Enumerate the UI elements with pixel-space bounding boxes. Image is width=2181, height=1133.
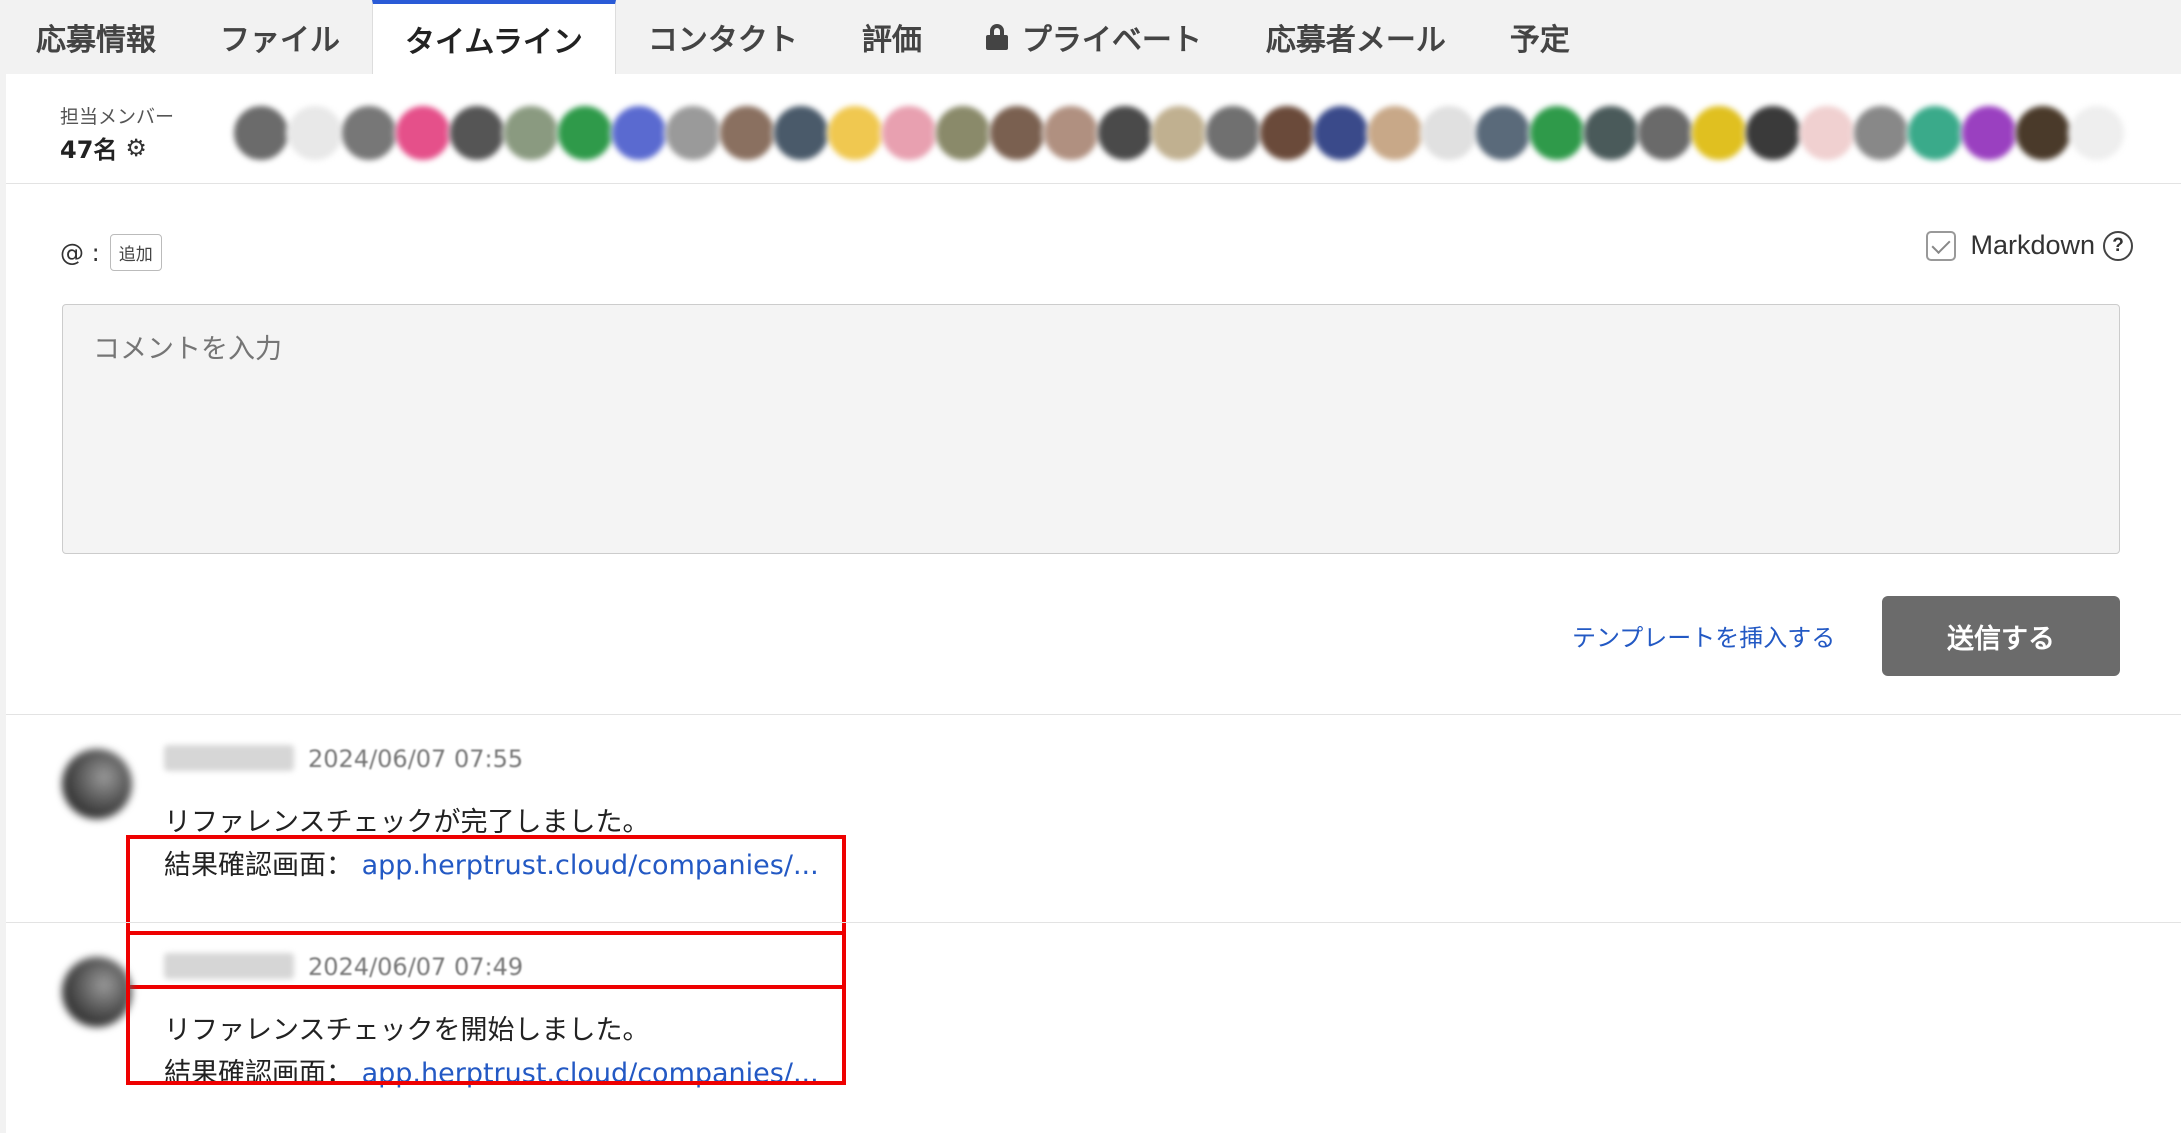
member-avatar[interactable]	[502, 104, 560, 162]
member-avatar[interactable]	[1258, 104, 1316, 162]
highlight-box	[126, 931, 846, 1085]
member-avatar[interactable]	[1420, 104, 1478, 162]
timeline-entry: 2024/06/07 07:55 リファレンスチェックが完了しました。 結果確認…	[6, 714, 2181, 989]
markdown-checkbox[interactable]	[1926, 230, 1957, 261]
tab-label: 予定	[1509, 23, 1570, 58]
member-avatar[interactable]	[448, 104, 506, 162]
tab-label: コンタクト	[647, 23, 798, 58]
gear-icon[interactable]: ⚙	[125, 134, 147, 162]
markdown-label: Markdown	[1970, 230, 2095, 260]
insert-template-link[interactable]: テンプレートを挿入する	[1572, 618, 1835, 653]
member-avatar[interactable]	[340, 104, 398, 162]
assigned-members: 担当メンバー 47名 ⚙	[6, 74, 2181, 184]
mention-row: @ : 追加	[60, 234, 162, 271]
tab-contact[interactable]: コンタクト	[616, 0, 830, 74]
member-avatar[interactable]	[1798, 104, 1856, 162]
timeline-panel: 担当メンバー 47名 ⚙ @ : 追加 Markdown ? テンプレートを挿入…	[6, 74, 2181, 1133]
member-avatar[interactable]	[664, 104, 722, 162]
mention-label: @ :	[60, 238, 100, 267]
member-avatar[interactable]	[1312, 104, 1370, 162]
comment-input[interactable]	[62, 304, 2120, 554]
tab-label: 評価	[861, 23, 922, 58]
member-avatar[interactable]	[1690, 104, 1748, 162]
members-count-value: 47名	[60, 136, 118, 164]
member-avatar[interactable]	[1852, 104, 1910, 162]
lock-icon	[985, 24, 1008, 50]
member-avatar[interactable]	[1528, 104, 1586, 162]
member-avatar[interactable]	[988, 104, 1046, 162]
add-mention-button[interactable]: 追加	[109, 234, 162, 271]
member-avatar[interactable]	[286, 104, 344, 162]
tab-bar: 応募情報 ファイル タイムライン コンタクト 評価 プライベート 応募者メール …	[0, 0, 2181, 74]
member-avatar[interactable]	[1582, 104, 1640, 162]
member-avatar[interactable]	[1096, 104, 1154, 162]
member-avatar[interactable]	[232, 104, 290, 162]
member-avatar[interactable]	[1960, 104, 2018, 162]
member-avatars	[232, 96, 2132, 170]
tab-application-info[interactable]: 応募情報	[0, 0, 188, 74]
member-avatar[interactable]	[1906, 104, 1964, 162]
tab-label: 応募者メール	[1265, 23, 1446, 58]
member-avatar[interactable]	[1204, 104, 1262, 162]
entry-timestamp: 2024/06/07 07:55	[308, 745, 524, 773]
members-count[interactable]: 47名 ⚙	[60, 130, 147, 165]
tab-private[interactable]: プライベート	[954, 0, 1234, 74]
tab-label: タイムライン	[405, 25, 583, 60]
member-avatar[interactable]	[718, 104, 776, 162]
tab-evaluation[interactable]: 評価	[830, 0, 954, 74]
members-label: 担当メンバー	[60, 106, 175, 128]
member-avatar[interactable]	[1042, 104, 1100, 162]
tab-label: プライベート	[1021, 23, 1202, 58]
tab-applicant-mail[interactable]: 応募者メール	[1234, 0, 1478, 74]
member-avatar[interactable]	[394, 104, 452, 162]
avatar	[62, 957, 132, 1027]
avatar	[62, 749, 132, 819]
tab-label: 応募情報	[36, 23, 156, 58]
member-avatar[interactable]	[1366, 104, 1424, 162]
timeline-entry: 2024/06/07 07:49 リファレンスチェックを開始しました。 結果確認…	[6, 922, 2181, 1133]
member-avatar[interactable]	[2014, 104, 2072, 162]
member-avatar[interactable]	[610, 104, 668, 162]
member-avatar[interactable]	[556, 104, 614, 162]
member-avatar[interactable]	[1474, 104, 1532, 162]
tab-timeline[interactable]: タイムライン	[372, 0, 616, 74]
help-icon[interactable]: ?	[2103, 230, 2133, 261]
member-avatar[interactable]	[934, 104, 992, 162]
tab-label: ファイル	[220, 23, 340, 58]
member-avatar[interactable]	[2068, 104, 2126, 162]
member-avatar[interactable]	[1636, 104, 1694, 162]
member-avatar[interactable]	[826, 104, 884, 162]
tab-schedule[interactable]: 予定	[1478, 0, 1602, 74]
member-avatar[interactable]	[1744, 104, 1802, 162]
member-avatar[interactable]	[1150, 104, 1208, 162]
markdown-toggle[interactable]: Markdown ?	[1926, 230, 2133, 261]
author-name	[164, 745, 294, 771]
send-button[interactable]: 送信する	[1882, 596, 2120, 676]
member-avatar[interactable]	[880, 104, 938, 162]
tab-files[interactable]: ファイル	[188, 0, 372, 74]
member-avatar[interactable]	[772, 104, 830, 162]
